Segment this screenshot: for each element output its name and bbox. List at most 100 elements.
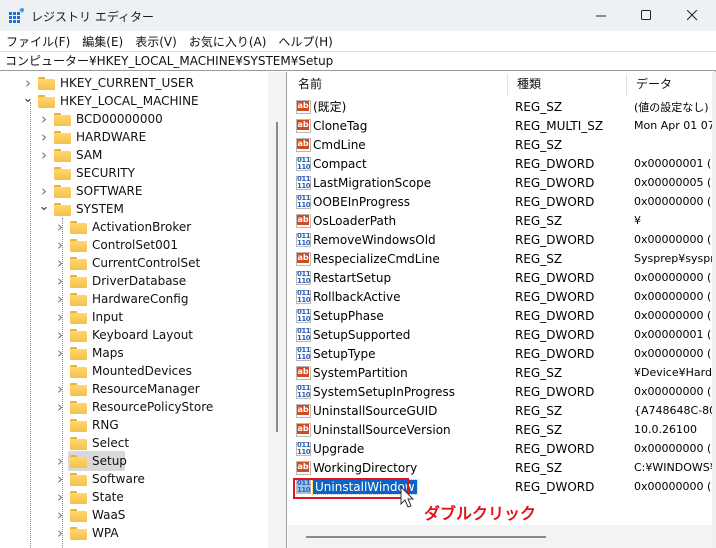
- tree-item[interactable]: Select: [54, 434, 129, 452]
- value-row[interactable]: 011 110 RollbackActive REG_DWORD 0x00000000…: [288, 287, 716, 306]
- chevron-right-icon[interactable]: ›: [54, 506, 66, 524]
- tree-item[interactable]: › ResourcePolicyStore: [54, 398, 213, 416]
- chevron-right-icon[interactable]: ›: [54, 272, 66, 290]
- tree-item[interactable]: › ActivationBroker: [54, 218, 191, 236]
- tree-item-label: State: [92, 490, 124, 504]
- tree-item[interactable]: ⌄ SYSTEM: [38, 197, 124, 218]
- folder-icon: [54, 112, 71, 126]
- menu-view[interactable]: 表示(V): [135, 33, 177, 50]
- value-type: REG_SZ: [515, 137, 563, 152]
- chevron-right-icon[interactable]: ›: [54, 236, 66, 254]
- tree-item[interactable]: › SOFTWARE: [38, 182, 142, 200]
- chevron-right-icon[interactable]: ›: [54, 326, 66, 344]
- chevron-down-icon[interactable]: ⌄: [38, 197, 50, 215]
- value-type: REG_SZ: [515, 365, 563, 380]
- list-scroll-thumb[interactable]: [306, 536, 546, 538]
- tree-item[interactable]: › HardwareConfig: [54, 290, 188, 308]
- tree-item[interactable]: › State: [54, 488, 124, 506]
- chevron-right-icon[interactable]: ›: [54, 218, 66, 236]
- chevron-right-icon[interactable]: ›: [54, 380, 66, 398]
- value-row[interactable]: 011 110 Compact REG_DWORD 0x00000001 (1): [288, 154, 716, 173]
- tree-item[interactable]: › DriverDatabase: [54, 272, 186, 290]
- chevron-right-icon[interactable]: ›: [54, 452, 66, 470]
- tree-item[interactable]: › HARDWARE: [38, 128, 146, 146]
- tree-item[interactable]: › Input: [54, 308, 123, 326]
- tree-item[interactable]: › Keyboard Layout: [54, 326, 193, 344]
- minimize-button[interactable]: [578, 0, 624, 31]
- chevron-right-icon[interactable]: ›: [54, 398, 66, 416]
- value-row[interactable]: 011 110 OOBEInProgress REG_DWORD 0x00000000…: [288, 192, 716, 211]
- tree-item[interactable]: › HKEY_CURRENT_USER: [22, 74, 194, 92]
- value-row[interactable]: ab CmdLine REG_SZ: [288, 135, 716, 154]
- tree-item-label: ResourcePolicyStore: [92, 400, 214, 414]
- value-data: 0x00000001 (1): [634, 157, 716, 170]
- chevron-right-icon[interactable]: ›: [38, 146, 50, 164]
- value-row[interactable]: 011 110 LastMigrationScope REG_DWORD 0x0000…: [288, 173, 716, 192]
- list-vertical-scrollbar[interactable]: [712, 72, 716, 548]
- menu-help[interactable]: ヘルプ(H): [278, 33, 332, 50]
- tree-item[interactable]: RNG: [54, 416, 119, 434]
- tree-item-label: SYSTEM: [76, 202, 124, 216]
- column-header-data[interactable]: データ: [626, 72, 672, 97]
- tree-item[interactable]: SECURITY: [38, 164, 135, 182]
- chevron-right-icon[interactable]: ›: [54, 290, 66, 308]
- value-data: 0x00000000 (0): [634, 309, 716, 322]
- value-name-cell: ab UninstallSourceGUID: [296, 401, 437, 420]
- tree-item[interactable]: › WaaS: [54, 506, 125, 524]
- value-row[interactable]: ab UninstallSourceVersion REG_SZ 10.0.26100: [288, 420, 716, 439]
- value-row[interactable]: ab OsLoaderPath REG_SZ ¥: [288, 211, 716, 230]
- chevron-right-icon[interactable]: ›: [54, 344, 66, 362]
- close-button[interactable]: [669, 0, 715, 31]
- chevron-right-icon[interactable]: ›: [54, 524, 66, 542]
- binary-value-icon: 011 110: [296, 231, 311, 247]
- value-row[interactable]: 011 110 Upgrade REG_DWORD 0x00000000 (0): [288, 439, 716, 458]
- chevron-right-icon[interactable]: ›: [54, 488, 66, 506]
- tree-item[interactable]: › WPA: [54, 524, 119, 542]
- chevron-right-icon[interactable]: ›: [38, 110, 50, 128]
- chevron-down-icon[interactable]: ⌄: [22, 89, 34, 107]
- chevron-right-icon[interactable]: ›: [54, 308, 66, 326]
- value-name: LastMigrationScope: [313, 175, 432, 190]
- value-row[interactable]: 011 110 SetupSupported REG_DWORD 0x00000001…: [288, 325, 716, 344]
- address-bar[interactable]: コンピューター¥HKEY_LOCAL_MACHINE¥SYSTEM¥Setup: [0, 51, 716, 71]
- folder-icon: [70, 346, 87, 360]
- value-row[interactable]: ab SystemPartition REG_SZ ¥Device¥Hardc: [288, 363, 716, 382]
- tree-item[interactable]: › BCD00000000: [38, 110, 163, 128]
- column-header-type[interactable]: 種類: [507, 72, 541, 97]
- menu-file[interactable]: ファイル(F): [6, 33, 70, 50]
- value-row[interactable]: ab CloneTag REG_MULTI_SZ Mon Apr 01 07:: [288, 116, 716, 135]
- value-row[interactable]: 011 110 SetupPhase REG_DWORD 0x00000000 (0): [288, 306, 716, 325]
- tree-scroll-thumb[interactable]: [276, 122, 278, 432]
- value-row[interactable]: ab UninstallSourceGUID REG_SZ {A748648C-808: [288, 401, 716, 420]
- tree-item[interactable]: › SAM: [38, 146, 102, 164]
- tree-vertical-scrollbar[interactable]: [268, 72, 286, 548]
- tree-item[interactable]: › CurrentControlSet: [54, 254, 200, 272]
- value-name: UninstallSourceGUID: [313, 403, 438, 418]
- value-row[interactable]: ab (既定) REG_SZ (値の設定なし): [288, 97, 716, 116]
- tree-item[interactable]: › Setup: [54, 452, 127, 470]
- tree-item[interactable]: › ControlSet001: [54, 236, 178, 254]
- tree-item[interactable]: › ResourceManager: [54, 380, 200, 398]
- menu-favorites[interactable]: お気に入り(A): [189, 33, 267, 50]
- value-row[interactable]: 011 110 RemoveWindowsOld REG_DWORD 0x000000…: [288, 230, 716, 249]
- menu-edit[interactable]: 編集(E): [82, 33, 123, 50]
- column-header-name[interactable]: 名前: [288, 72, 322, 97]
- value-row[interactable]: ab RespecializeCmdLine REG_SZ Sysprep¥syspr…: [288, 249, 716, 268]
- value-name-cell: 011 110 SetupType: [296, 344, 376, 363]
- value-row[interactable]: 011 110 SystemSetupInProgress REG_DWORD 0x0…: [288, 382, 716, 401]
- chevron-right-icon[interactable]: ›: [54, 254, 66, 272]
- tree-item[interactable]: ⌄ HKEY_LOCAL_MACHINE: [22, 89, 199, 110]
- chevron-right-icon[interactable]: ›: [38, 128, 50, 146]
- tree-item[interactable]: › Software: [54, 470, 145, 488]
- maximize-button[interactable]: [623, 0, 669, 31]
- tree-item[interactable]: MountedDevices: [54, 362, 192, 380]
- folder-icon: [70, 472, 87, 486]
- folder-icon: [70, 490, 87, 504]
- value-row[interactable]: 011 110 SetupType REG_DWORD 0x00000000 (0): [288, 344, 716, 363]
- chevron-right-icon[interactable]: ›: [54, 470, 66, 488]
- tree-item[interactable]: › Maps: [54, 344, 124, 362]
- value-row[interactable]: 011 110 RestartSetup REG_DWORD 0x00000000 (…: [288, 268, 716, 287]
- value-row[interactable]: ab WorkingDirectory REG_SZ C:¥WINDOWS¥: [288, 458, 716, 477]
- string-value-icon: ab: [296, 403, 311, 418]
- list-horizontal-scrollbar[interactable]: [288, 525, 716, 548]
